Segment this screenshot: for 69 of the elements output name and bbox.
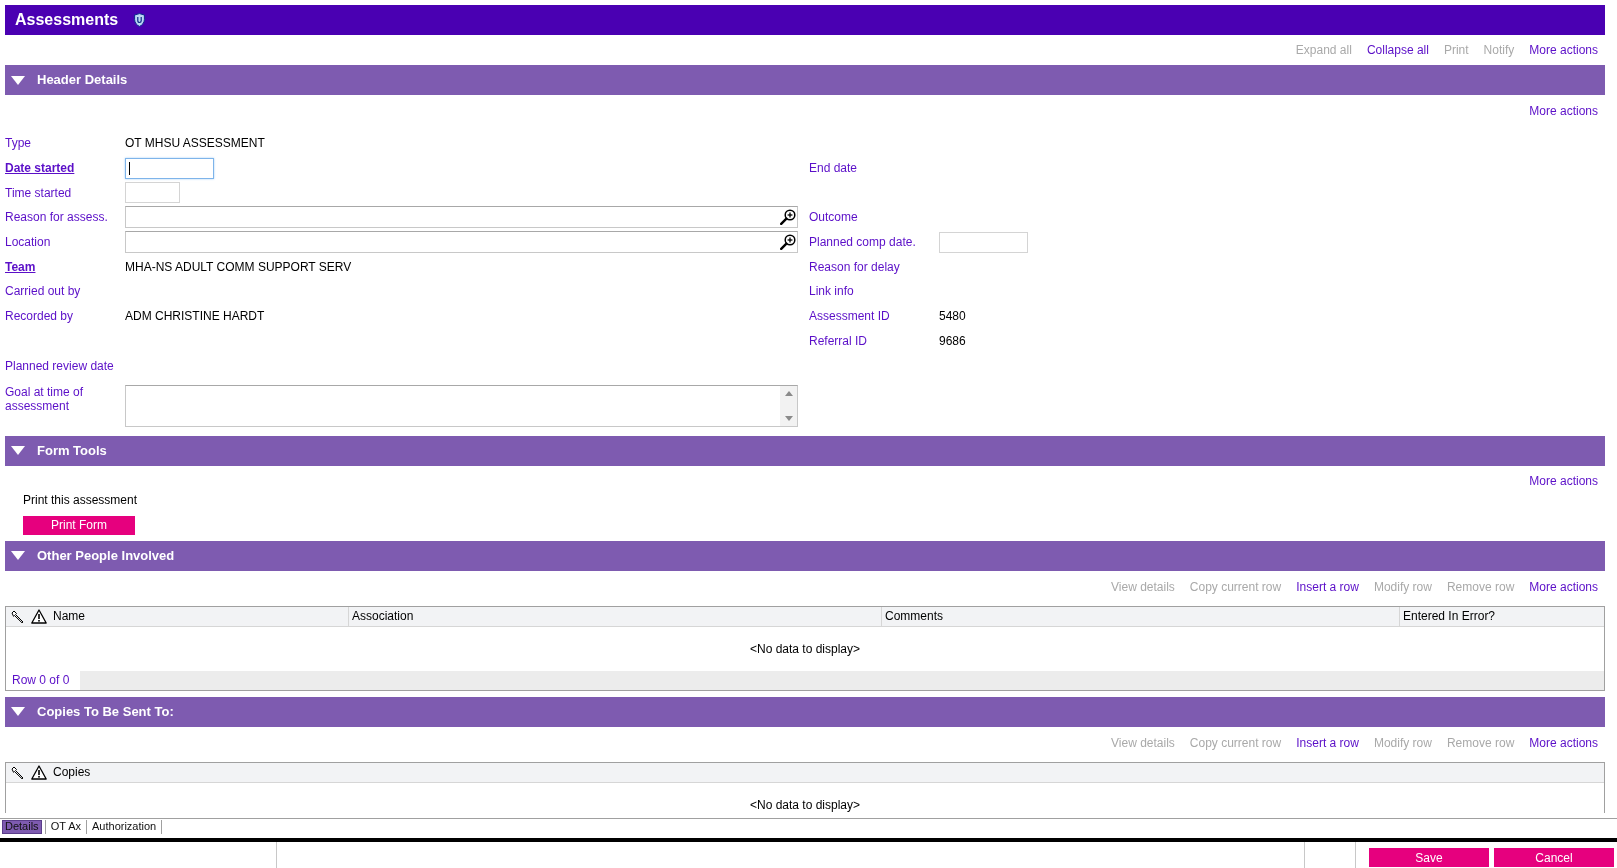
scroll-up-arrow-icon[interactable] bbox=[784, 390, 793, 396]
field-label: Planned review date bbox=[5, 358, 114, 373]
action-link[interactable]: Collapse all bbox=[1366, 41, 1429, 59]
action-link[interactable]: More actions bbox=[1529, 102, 1598, 120]
field-label: Recorded by bbox=[5, 309, 74, 324]
triangle-down-icon[interactable] bbox=[11, 707, 25, 717]
text-caret-icon bbox=[129, 161, 130, 175]
field-value: 5480 bbox=[939, 308, 966, 326]
action-link[interactable]: Insert a row bbox=[1296, 733, 1359, 752]
print-form-button[interactable]: Print Form bbox=[23, 515, 135, 535]
save-button[interactable]: Save bbox=[1369, 848, 1489, 867]
scroll-down-arrow-icon[interactable] bbox=[784, 415, 793, 421]
tab[interactable]: Details bbox=[2, 819, 42, 834]
date-input-field[interactable] bbox=[125, 157, 214, 179]
field-label: Planned comp date. bbox=[809, 235, 916, 250]
column-header[interactable]: Entered In Error? bbox=[1399, 606, 1604, 626]
print-caption: Print this assessment bbox=[23, 492, 138, 507]
magnifier-plus-icon[interactable] bbox=[780, 234, 796, 251]
field-value: OT MHSU ASSESSMENT bbox=[125, 135, 265, 153]
page-title: Assessments bbox=[15, 10, 119, 30]
field-value: 9686 bbox=[939, 332, 966, 350]
wrench-icon bbox=[10, 609, 24, 623]
field-value: MHA-NS ADULT COMM SUPPORT SERV bbox=[125, 258, 352, 276]
field-label: Outcome bbox=[809, 210, 858, 225]
triangle-down-icon[interactable] bbox=[11, 446, 25, 456]
action-link[interactable]: More actions bbox=[1529, 733, 1598, 752]
tab[interactable]: Authorization bbox=[90, 819, 159, 834]
magnifier-plus-icon[interactable] bbox=[780, 209, 796, 226]
field-label: Assessment ID bbox=[809, 309, 890, 324]
field-label-link[interactable]: Team bbox=[5, 259, 36, 274]
cancel-button[interactable]: Cancel bbox=[1494, 848, 1614, 867]
field-value: ADM CHRISTINE HARDT bbox=[125, 308, 265, 326]
field-label: Referral ID bbox=[809, 333, 867, 348]
field-label: Type bbox=[5, 136, 31, 151]
shield-icon bbox=[134, 13, 146, 27]
field-label: Carried out by bbox=[5, 284, 81, 299]
field-label: Reason for assess. bbox=[5, 210, 108, 225]
field-label: Link info bbox=[809, 284, 854, 299]
triangle-down-icon[interactable] bbox=[11, 551, 25, 561]
section-title: Copies To Be Sent To: bbox=[37, 703, 174, 722]
column-header[interactable]: Name bbox=[50, 606, 348, 626]
section-title: Form Tools bbox=[37, 442, 107, 461]
time-input-field[interactable] bbox=[125, 182, 180, 204]
wrench-icon bbox=[10, 765, 24, 779]
action-link[interactable]: Insert a row bbox=[1296, 577, 1359, 596]
empty-table-message: <No data to display> bbox=[749, 640, 861, 658]
lookup-input-field[interactable] bbox=[125, 206, 798, 229]
triangle-down-icon[interactable] bbox=[11, 75, 25, 85]
date-input-field[interactable] bbox=[939, 231, 1028, 253]
column-header[interactable]: Association bbox=[348, 606, 881, 626]
warning-icon bbox=[31, 764, 47, 780]
field-label: End date bbox=[809, 161, 858, 176]
section-title: Other People Involved bbox=[37, 547, 175, 566]
section-title: Header Details bbox=[37, 71, 128, 90]
warning-icon bbox=[31, 608, 47, 624]
tab[interactable]: OT Ax bbox=[48, 819, 83, 834]
lookup-input-field[interactable] bbox=[125, 231, 798, 254]
action-link[interactable]: More actions bbox=[1529, 471, 1598, 490]
action-link[interactable]: More actions bbox=[1529, 577, 1598, 596]
text-area[interactable] bbox=[125, 384, 798, 427]
empty-table-message: <No data to display> bbox=[749, 796, 861, 813]
column-header[interactable]: Comments bbox=[881, 606, 1399, 626]
action-link[interactable]: More actions bbox=[1529, 41, 1598, 59]
row-count: Row 0 of 0 bbox=[11, 672, 71, 690]
field-label: Goal at time of assessment bbox=[5, 384, 85, 413]
field-label: Reason for delay bbox=[809, 259, 900, 274]
field-label: Location bbox=[5, 235, 51, 250]
field-label: Time started bbox=[5, 185, 72, 200]
field-label-link[interactable]: Date started bbox=[5, 161, 75, 176]
